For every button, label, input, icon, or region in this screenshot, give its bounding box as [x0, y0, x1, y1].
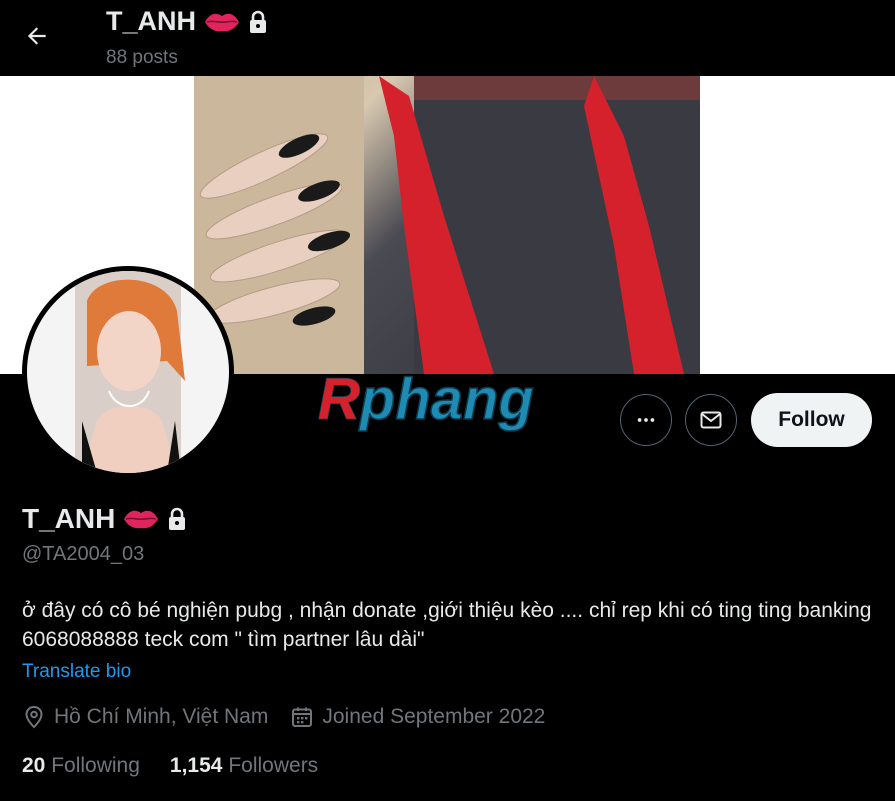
profile-bio: ở đây có cô bé nghiện pubg , nhận donate…: [22, 599, 872, 651]
more-icon: [637, 418, 655, 422]
lock-icon: [169, 507, 186, 530]
location-pin-icon: [25, 705, 43, 729]
header-title: T_ANH: [106, 6, 268, 37]
watermark-logo: Rphang R: [316, 365, 586, 440]
profile-handle: @TA2004_03: [22, 543, 145, 565]
more-button[interactable]: [620, 394, 672, 446]
watermark-r: R: [318, 367, 360, 432]
followers-count: 1,154: [169, 754, 223, 777]
profile-name-text: T_ANH: [22, 503, 116, 534]
following-label: Following: [51, 754, 140, 777]
header-name-text: T_ANH: [106, 6, 197, 36]
following-count: 20: [22, 754, 46, 777]
profile-header: T_ANH 88 posts: [0, 0, 895, 76]
profile-meta: Hồ Chí Minh, Việt Nam Joined September 2…: [22, 705, 567, 729]
mail-icon: [700, 411, 722, 429]
following-link[interactable]: 20 Following: [22, 754, 140, 778]
posts-count: 88 posts: [106, 47, 178, 68]
back-button[interactable]: [18, 17, 56, 55]
profile-name: T_ANH: [22, 503, 187, 535]
message-button[interactable]: [685, 394, 737, 446]
joined-item: Joined September 2022: [290, 705, 545, 729]
banner-photo: [194, 76, 700, 374]
lips-icon: [205, 13, 240, 31]
location-item: Hồ Chí Minh, Việt Nam: [22, 705, 268, 729]
followers-label: Followers: [228, 754, 319, 777]
joined-text: Joined September 2022: [322, 705, 546, 728]
arrow-left-icon: [27, 27, 46, 45]
followers-link[interactable]: 1,154 Followers: [170, 754, 318, 778]
profile-avatar[interactable]: [22, 266, 234, 478]
profile-stats: 20 Following 1,154 Followers: [22, 754, 348, 778]
follow-button[interactable]: Follow: [751, 393, 872, 447]
location-text: Hồ Chí Minh, Việt Nam: [54, 705, 269, 728]
lock-icon: [250, 10, 267, 33]
avatar-photo: [27, 271, 229, 473]
lips-icon: [124, 510, 159, 529]
calendar-icon: [292, 707, 313, 727]
translate-bio-link[interactable]: Translate bio: [22, 661, 131, 683]
